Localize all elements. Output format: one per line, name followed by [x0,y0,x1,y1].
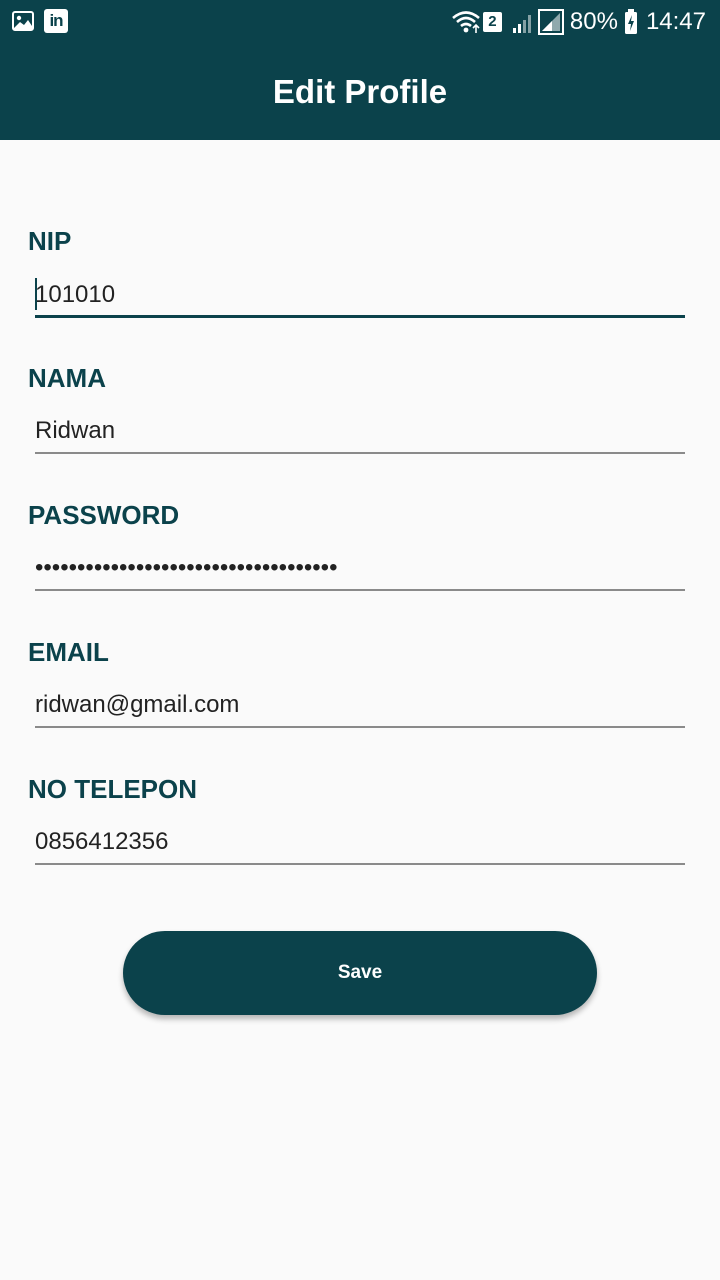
signal-weak-icon [512,15,531,33]
status-bar: in 2 80% 14:47 [0,0,720,44]
text-cursor [35,278,37,310]
page-title: Edit Profile [272,73,448,110]
phone-input[interactable] [35,821,685,865]
status-bar-notifications: in [12,9,68,33]
password-label: PASSWORD [28,500,180,530]
signal-icon [537,9,564,35]
app-bar: in 2 80% 14:47 Edit Profile [0,0,720,140]
email-label: EMAIL [28,637,109,667]
nip-label: NIP [28,226,72,256]
image-icon [12,11,34,31]
battery-charging-icon [624,9,637,34]
nama-label: NAMA [28,363,106,393]
save-button[interactable]: Save [123,931,597,1015]
battery-percent: 80% [569,8,618,35]
nip-input[interactable] [35,274,685,318]
phone-label: NO TELEPON [28,774,198,804]
edit-profile-screen: in 2 80% 14:47 Edit Profile NIP 101010 N… [0,0,720,1280]
wifi-icon [452,11,480,33]
nama-input[interactable] [35,410,685,454]
clock: 14:47 [645,8,706,35]
status-bar-system: 2 80% 14:47 [451,6,706,38]
password-input[interactable] [35,547,685,591]
linkedin-icon: in [44,9,68,33]
email-input[interactable] [35,684,685,728]
sim-badge: 2 [482,12,502,32]
